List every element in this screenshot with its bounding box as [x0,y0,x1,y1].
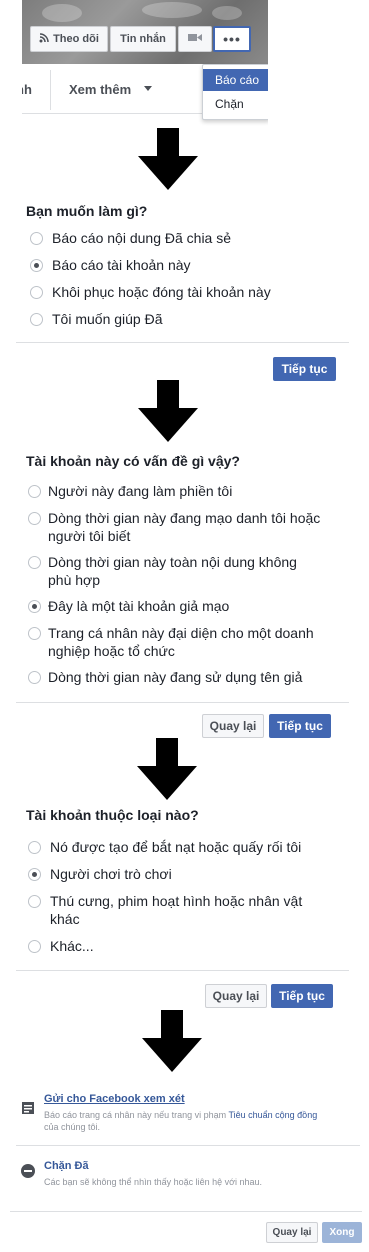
step1-title: Bạn muốn làm gì? [26,203,148,219]
step1-option[interactable]: Báo cáo nội dung Đã chia sẻ [52,229,231,247]
message-button[interactable]: Tin nhắn [110,26,176,52]
continue-button[interactable]: Tiếp tục [273,357,336,381]
step3-option[interactable]: Người chơi trò chơi [50,865,172,883]
continue-button[interactable]: Tiếp tục [269,714,331,738]
step3-option[interactable]: Khác... [50,937,94,955]
back-button[interactable]: Quay lại [266,1222,318,1243]
send-desc-text: Báo cáo trang cá nhân này nếu trang vi p… [44,1110,229,1120]
step2-option[interactable]: Dòng thời gian này toàn nội dung không p… [48,553,297,589]
step2-option[interactable]: Dòng thời gian này đang sử dụng tên giả [48,668,302,686]
block-description: Các bạn sẽ không thể nhìn thấy hoặc liên… [44,1177,263,1187]
step2-option[interactable]: Đây là một tài khoản giả mạo [48,597,229,615]
step2-option[interactable]: Trang cá nhân này đại diện cho một doanh… [48,624,314,660]
video-call-button[interactable] [178,26,212,52]
send-for-review-description: Báo cáo trang cá nhân này nếu trang vi p… [44,1109,362,1133]
community-standards-link[interactable]: Tiêu chuẩn cộng đồng [228,1110,317,1120]
divider [10,1211,362,1212]
done-button[interactable]: Xong [322,1222,362,1243]
menu-item-report[interactable]: Báo cáo [203,69,268,91]
radio-button[interactable] [28,485,41,498]
step2-title: Tài khoản này có vấn đề gì vậy? [26,453,240,469]
radio-button[interactable] [28,841,41,854]
step1-option[interactable]: Tôi muốn giúp Đã [52,310,163,328]
caret-down-icon [144,86,152,91]
menu-item-block[interactable]: Chặn [203,93,268,115]
nav-item-partial[interactable]: nh [22,82,32,97]
option-line: Trang cá nhân này đại diện cho một doanh [48,625,314,641]
divider [16,1145,360,1146]
radio-button[interactable] [28,556,41,569]
radio-button[interactable] [28,895,41,908]
message-label: Tin nhắn [120,33,166,45]
option-line: nghiệp hoặc tổ chức [48,643,175,659]
block-user-action[interactable]: Chặn Đã [44,1160,89,1172]
divider [16,342,349,343]
down-arrow-icon [142,1010,202,1072]
option-line: Dòng thời gian này toàn nội dung không [48,554,297,570]
back-button[interactable]: Quay lại [202,714,264,738]
profile-cover-snippet: Theo dõi Tin nhắn ••• nh Xem thêm Báo cá… [22,0,268,126]
send-desc-text: của chúng tôi. [44,1122,101,1132]
more-options-menu: Báo cáo Chặn [202,64,268,120]
option-line: người tôi biết [48,528,131,544]
rss-icon [39,32,49,46]
divider [16,702,349,703]
radio-button[interactable] [28,671,41,684]
follow-label: Theo dõi [53,33,99,45]
radio-button[interactable] [30,286,43,299]
divider [16,970,349,971]
down-arrow-icon [138,380,198,442]
radio-button[interactable] [30,313,43,326]
step3-option[interactable]: Thú cưng, phim hoạt hình hoặc nhân vật k… [50,892,302,928]
nav-divider [50,70,51,110]
radio-button-selected[interactable] [28,868,41,881]
option-line: khác [50,911,80,927]
see-more-tab[interactable]: Xem thêm [69,82,131,97]
radio-button-selected[interactable] [30,259,43,272]
block-icon [21,1164,35,1178]
video-camera-icon [188,33,202,45]
follow-button[interactable]: Theo dõi [30,26,108,52]
step1-option[interactable]: Báo cáo tài khoản này [52,256,191,274]
send-for-review-link[interactable]: Gửi cho Facebook xem xét [44,1093,185,1105]
down-arrow-icon [137,738,197,800]
option-line: phù hợp [48,572,101,588]
radio-button[interactable] [28,512,41,525]
step3-option[interactable]: Nó được tạo để bắt nạt hoặc quấy rối tôi [50,838,301,856]
step1-option[interactable]: Khôi phục hoặc đóng tài khoản này [52,283,271,301]
more-options-button[interactable]: ••• [213,26,251,52]
radio-button[interactable] [28,940,41,953]
radio-button-selected[interactable] [28,600,41,613]
down-arrow-icon [138,128,198,190]
radio-button[interactable] [30,232,43,245]
radio-button[interactable] [28,627,41,640]
step3-title: Tài khoản thuộc loại nào? [26,807,199,823]
step2-option[interactable]: Dòng thời gian này đang mạo danh tôi hoặ… [48,509,320,545]
option-line: Dòng thời gian này đang mạo danh tôi hoặ… [48,510,321,526]
ellipsis-icon: ••• [223,31,241,47]
continue-button[interactable]: Tiếp tục [271,984,333,1008]
report-flag-icon [22,1101,34,1114]
step2-option[interactable]: Người này đang làm phiền tôi [48,482,232,500]
option-line: Thú cưng, phim hoạt hình hoặc nhân vật [50,893,303,909]
back-button[interactable]: Quay lại [205,984,267,1008]
